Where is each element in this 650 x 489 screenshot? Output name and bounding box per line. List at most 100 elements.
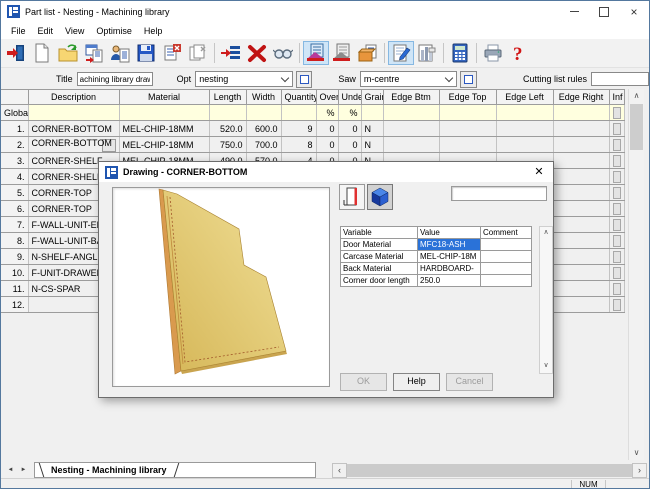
cube-3d-view-button[interactable] — [367, 184, 393, 210]
menu-optimise[interactable]: Optimise — [90, 24, 138, 38]
edge-top-cell[interactable] — [439, 121, 496, 137]
board-stock-icon[interactable] — [355, 41, 381, 65]
description-cell[interactable] — [28, 105, 119, 121]
quantity-cell[interactable]: 9 — [281, 121, 316, 137]
delete-rows-icon[interactable] — [244, 41, 270, 65]
panel-view-button[interactable] — [339, 184, 365, 210]
info-button[interactable] — [613, 235, 621, 247]
edge-left-cell[interactable] — [496, 137, 553, 153]
over-cell[interactable]: 0 — [316, 137, 338, 153]
under-cell[interactable]: 0 — [338, 137, 361, 153]
minimize-button[interactable] — [559, 1, 589, 22]
cancel-button[interactable]: Cancel — [446, 373, 493, 391]
quantity-cell[interactable]: 8 — [281, 137, 316, 153]
row-number-cell[interactable]: 7. — [1, 217, 28, 233]
scroll-up-icon[interactable]: ∧ — [540, 227, 552, 238]
tab-scroll-right-icon[interactable]: ► — [17, 464, 30, 477]
info-button[interactable] — [613, 139, 621, 151]
row-number-cell[interactable]: 3. — [1, 153, 28, 169]
material-cell[interactable]: MEL-CHIP-18MM — [119, 121, 209, 137]
optimise-saw-icon[interactable] — [303, 41, 329, 65]
saw-browse-button[interactable] — [460, 71, 477, 88]
edge-right-cell[interactable] — [553, 169, 609, 185]
edge-right-cell[interactable] — [553, 265, 609, 281]
material-cell[interactable] — [119, 105, 209, 121]
find-icon[interactable] — [270, 41, 296, 65]
scroll-left-icon[interactable]: ‹ — [332, 463, 347, 478]
grain-cell[interactable]: N — [361, 137, 383, 153]
opt-browse-button[interactable] — [296, 71, 313, 88]
variable-name-cell[interactable]: Carcase Material — [341, 251, 418, 263]
row-number-cell[interactable]: 11. — [1, 281, 28, 297]
edit-drawing-icon[interactable] — [388, 41, 414, 65]
variable-value-cell[interactable]: MEL-CHIP-18M — [418, 251, 481, 263]
scrollbar-track[interactable] — [347, 464, 632, 477]
info-button[interactable] — [613, 283, 621, 295]
variable-comment-cell[interactable] — [481, 263, 532, 275]
variable-comment-cell[interactable] — [481, 275, 532, 287]
calculator-icon[interactable] — [447, 41, 473, 65]
variable-scrollbar[interactable]: ∧ ∨ — [539, 226, 553, 374]
title-input[interactable] — [77, 72, 153, 86]
info-button[interactable] — [613, 107, 621, 119]
menu-help[interactable]: Help — [138, 24, 169, 38]
edge-right-cell[interactable] — [553, 281, 609, 297]
description-cell[interactable]: CORNER-BOTTOM — [28, 121, 119, 137]
width-cell[interactable]: 700.0 — [246, 137, 281, 153]
row-number-cell[interactable]: 6. — [1, 201, 28, 217]
scroll-right-icon[interactable]: › — [632, 463, 647, 478]
print-icon[interactable] — [480, 41, 506, 65]
edge-right-cell[interactable] — [553, 201, 609, 217]
info-button[interactable] — [613, 299, 621, 311]
edge-top-cell[interactable] — [439, 105, 496, 121]
info-button[interactable] — [613, 203, 621, 215]
over-cell[interactable]: % — [316, 105, 338, 121]
width-cell[interactable] — [246, 105, 281, 121]
cutting-list-rules-input[interactable] — [591, 72, 649, 86]
row-number-cell[interactable]: Global — [1, 105, 28, 121]
edge-right-cell[interactable] — [553, 105, 609, 121]
row-number-cell[interactable]: 10. — [1, 265, 28, 281]
material-cell[interactable]: MEL-CHIP-18MM — [119, 137, 209, 153]
drawing-prompt-field[interactable] — [451, 186, 547, 201]
variable-name-cell[interactable]: Back Material — [341, 263, 418, 275]
tab-nesting-machining-library[interactable]: Nesting - Machining library — [39, 463, 179, 477]
scrollbar-thumb[interactable] — [630, 104, 643, 150]
edge-right-cell[interactable] — [553, 297, 609, 313]
quantity-cell[interactable] — [281, 105, 316, 121]
length-cell[interactable] — [209, 105, 246, 121]
dialog-close-button[interactable]: ✕ — [525, 162, 553, 182]
info-button[interactable] — [613, 123, 621, 135]
scroll-down-icon[interactable]: ∨ — [629, 446, 644, 460]
copy-part-list-icon[interactable] — [185, 41, 211, 65]
horizontal-scrollbar[interactable]: ‹ › — [332, 463, 647, 477]
edit-optimisation-icon[interactable] — [329, 41, 355, 65]
menu-file[interactable]: File — [5, 24, 32, 38]
vertical-scrollbar[interactable]: ∧ ∨ — [628, 89, 644, 460]
variable-comment-cell[interactable] — [481, 239, 532, 251]
info-button[interactable] — [613, 267, 621, 279]
edge-right-cell[interactable] — [553, 233, 609, 249]
row-number-cell[interactable]: 2. — [1, 137, 28, 153]
grain-cell[interactable] — [361, 105, 383, 121]
under-cell[interactable]: % — [338, 105, 361, 121]
edge-btm-cell[interactable] — [383, 137, 439, 153]
edge-right-cell[interactable] — [553, 121, 609, 137]
scroll-down-icon[interactable]: ∨ — [540, 360, 552, 371]
delete-part-list-icon[interactable] — [159, 41, 185, 65]
row-number-cell[interactable]: 1. — [1, 121, 28, 137]
row-number-cell[interactable]: 5. — [1, 185, 28, 201]
ok-button[interactable]: OK — [340, 373, 387, 391]
info-button[interactable] — [613, 155, 621, 167]
variable-name-cell[interactable]: Corner door length — [341, 275, 418, 287]
length-cell[interactable]: 520.0 — [209, 121, 246, 137]
edge-right-cell[interactable] — [553, 185, 609, 201]
info-button[interactable] — [613, 219, 621, 231]
edge-btm-cell[interactable] — [383, 121, 439, 137]
menu-view[interactable]: View — [59, 24, 90, 38]
edge-top-cell[interactable] — [439, 137, 496, 153]
scroll-up-icon[interactable]: ∧ — [629, 89, 644, 103]
opt-combo[interactable]: nesting — [195, 71, 293, 87]
over-cell[interactable]: 0 — [316, 121, 338, 137]
edge-btm-cell[interactable] — [383, 105, 439, 121]
